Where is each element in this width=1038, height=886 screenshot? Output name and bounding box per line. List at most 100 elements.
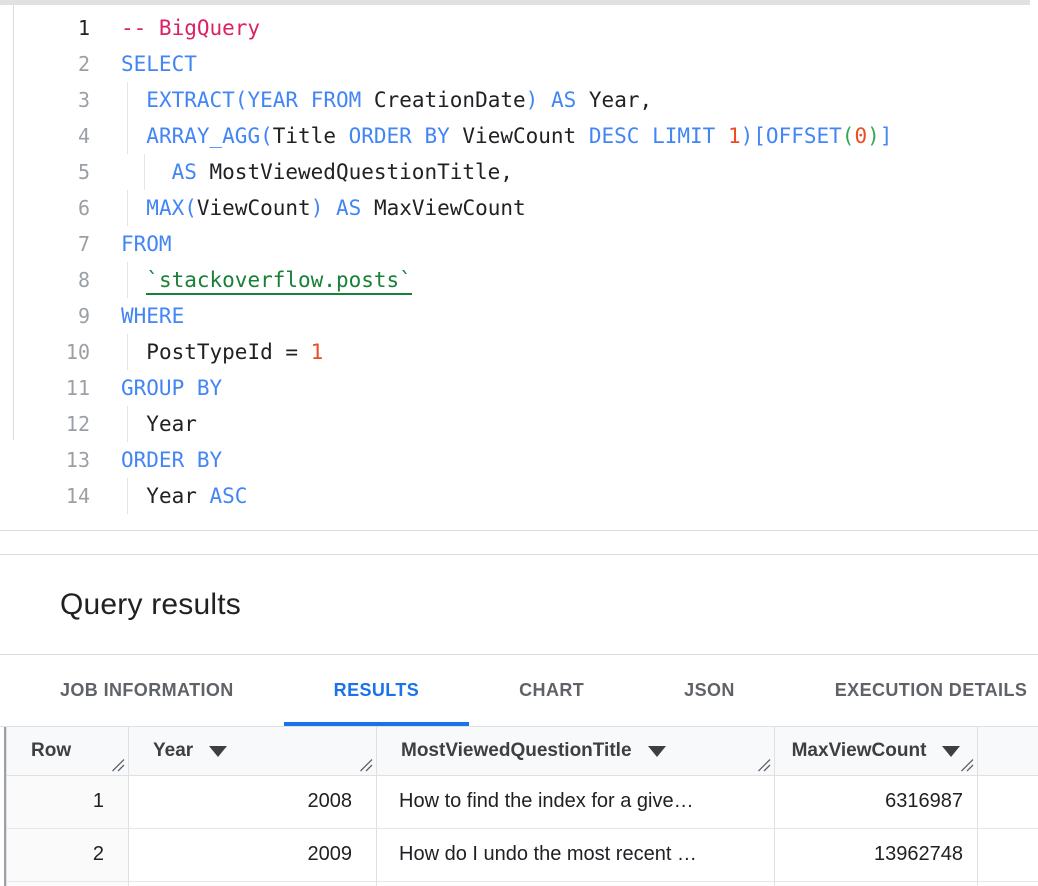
code-token: 0 bbox=[854, 124, 867, 148]
code-token: CreationDate bbox=[361, 88, 525, 112]
code-indent bbox=[121, 160, 172, 184]
indent-guide bbox=[127, 118, 128, 154]
code-line[interactable]: 6 MAX(ViewCount) AS MaxViewCount bbox=[0, 190, 1038, 226]
code-line[interactable]: 1-- BigQuery bbox=[0, 10, 1038, 46]
code-token: ] bbox=[880, 124, 893, 148]
code-token: 1 bbox=[311, 340, 324, 364]
code-token: ( bbox=[260, 124, 273, 148]
tab-json[interactable]: JSON bbox=[634, 655, 785, 726]
sort-arrow-icon[interactable] bbox=[209, 746, 227, 757]
code-line[interactable]: 12 Year bbox=[0, 406, 1038, 442]
code-token: MAX bbox=[146, 196, 184, 220]
column-header-row[interactable]: Row bbox=[6, 727, 129, 775]
code-line-content: AS MostViewedQuestionTitle, bbox=[121, 154, 1038, 190]
code-token: AS bbox=[336, 196, 361, 220]
code-indent bbox=[121, 196, 146, 220]
code-line[interactable]: 4 ARRAY_AGG(Title ORDER BY ViewCount DES… bbox=[0, 118, 1038, 154]
code-line-content: ORDER BY bbox=[121, 442, 1038, 478]
table-cell: How to find the index for a give… bbox=[377, 776, 775, 828]
code-line[interactable]: 9WHERE bbox=[0, 298, 1038, 334]
column-header-mostviewedquestiontitle[interactable]: MostViewedQuestionTitle bbox=[377, 727, 775, 775]
column-resize-handle[interactable] bbox=[756, 757, 771, 772]
code-line-content: ARRAY_AGG(Title ORDER BY ViewCount DESC … bbox=[121, 118, 1038, 154]
indent-guide bbox=[127, 190, 128, 226]
code-area[interactable]: 1-- BigQuery2SELECT3 EXTRACT(YEAR FROM C… bbox=[0, 5, 1038, 514]
code-line-content: GROUP BY bbox=[121, 370, 1038, 406]
code-token: FROM bbox=[311, 88, 362, 112]
row-number-cell: 2 bbox=[6, 829, 129, 881]
tab-label: JOB INFORMATION bbox=[60, 680, 234, 701]
code-token: [ bbox=[753, 124, 766, 148]
tab-results[interactable]: RESULTS bbox=[284, 655, 469, 726]
indent-guide bbox=[144, 154, 145, 190]
table-row: 12008How to find the index for a give…63… bbox=[6, 776, 1038, 829]
results-tabbar: JOB INFORMATION RESULTS CHART JSON EXECUTION… bbox=[0, 655, 1038, 727]
code-line-content: PostTypeId = 1 bbox=[121, 334, 1038, 370]
code-line[interactable]: 7FROM bbox=[0, 226, 1038, 262]
table-row: 22009How do I undo the most recent …1396… bbox=[6, 829, 1038, 882]
code-line-content: FROM bbox=[121, 226, 1038, 262]
table-reference-link[interactable]: `stackoverflow.posts` bbox=[146, 268, 412, 295]
tab-execution-details[interactable]: EXECUTION DETAILS bbox=[785, 655, 1038, 726]
panel-gap bbox=[0, 531, 1038, 554]
table-cell: 13962748 bbox=[775, 829, 978, 881]
code-token: 1 bbox=[728, 124, 741, 148]
code-line[interactable]: 14 Year ASC bbox=[0, 478, 1038, 514]
code-line[interactable]: 5 AS MostViewedQuestionTitle, bbox=[0, 154, 1038, 190]
code-token: ORDER BY bbox=[121, 448, 222, 472]
code-token: YEAR bbox=[247, 88, 298, 112]
code-line[interactable]: 8 `stackoverflow.posts` bbox=[0, 262, 1038, 298]
tab-job-information[interactable]: JOB INFORMATION bbox=[60, 655, 284, 726]
indent-guide bbox=[127, 406, 128, 442]
results-header: Query results bbox=[0, 555, 1038, 655]
table-row-partial bbox=[6, 882, 1038, 886]
column-header-label: MostViewedQuestionTitle bbox=[401, 740, 632, 762]
results-title: Query results bbox=[0, 588, 241, 622]
code-token: FROM bbox=[121, 232, 172, 256]
tab-chart[interactable]: CHART bbox=[469, 655, 634, 726]
code-line[interactable]: 3 EXTRACT(YEAR FROM CreationDate) AS Yea… bbox=[0, 82, 1038, 118]
code-token: EXTRACT bbox=[146, 88, 235, 112]
table-cell: How do I undo the most recent … bbox=[377, 829, 775, 881]
sql-editor[interactable]: 1-- BigQuery2SELECT3 EXTRACT(YEAR FROM C… bbox=[0, 5, 1038, 531]
column-resize-handle[interactable] bbox=[358, 757, 373, 772]
code-token: GROUP BY bbox=[121, 376, 222, 400]
column-header-year[interactable]: Year bbox=[129, 727, 377, 775]
code-token: Title bbox=[273, 124, 349, 148]
code-line[interactable]: 11GROUP BY bbox=[0, 370, 1038, 406]
code-indent bbox=[121, 340, 146, 364]
table-cell-extra bbox=[978, 776, 1038, 828]
code-token bbox=[323, 196, 336, 220]
code-token bbox=[298, 88, 311, 112]
indent-guide bbox=[127, 262, 128, 298]
code-token: ORDER BY bbox=[349, 124, 450, 148]
indent-guide bbox=[127, 334, 128, 370]
code-token: AS bbox=[172, 160, 197, 184]
tab-label: JSON bbox=[684, 680, 735, 701]
code-token: DESC bbox=[589, 124, 640, 148]
code-token: ) bbox=[741, 124, 754, 148]
code-token: SELECT bbox=[121, 52, 197, 76]
tab-label: RESULTS bbox=[334, 680, 419, 701]
column-header-label: Year bbox=[153, 740, 193, 762]
code-line[interactable]: 13ORDER BY bbox=[0, 442, 1038, 478]
sort-arrow-icon[interactable] bbox=[648, 746, 666, 757]
code-line[interactable]: 2SELECT bbox=[0, 46, 1038, 82]
code-line[interactable]: 10 PostTypeId = 1 bbox=[0, 334, 1038, 370]
code-indent bbox=[121, 124, 146, 148]
table-cell: 2008 bbox=[129, 776, 377, 828]
code-token: ( bbox=[184, 196, 197, 220]
table-header-row: Row Year MostViewedQuestionTitle MaxViewCou… bbox=[6, 727, 1038, 776]
tab-label: CHART bbox=[519, 680, 584, 701]
code-token: Year, bbox=[576, 88, 652, 112]
column-resize-handle[interactable] bbox=[959, 757, 974, 772]
column-header-label: MaxViewCount bbox=[792, 740, 927, 762]
code-token: ) bbox=[311, 196, 324, 220]
code-indent bbox=[121, 88, 146, 112]
editor-left-divider bbox=[13, 5, 14, 440]
column-header-maxviewcount[interactable]: MaxViewCount bbox=[775, 727, 978, 775]
sort-arrow-icon[interactable] bbox=[942, 746, 960, 757]
table-cell bbox=[775, 882, 978, 886]
column-resize-handle[interactable] bbox=[110, 757, 125, 772]
query-results-panel: Query results JOB INFORMATION RESULTS CHAR… bbox=[0, 554, 1038, 886]
